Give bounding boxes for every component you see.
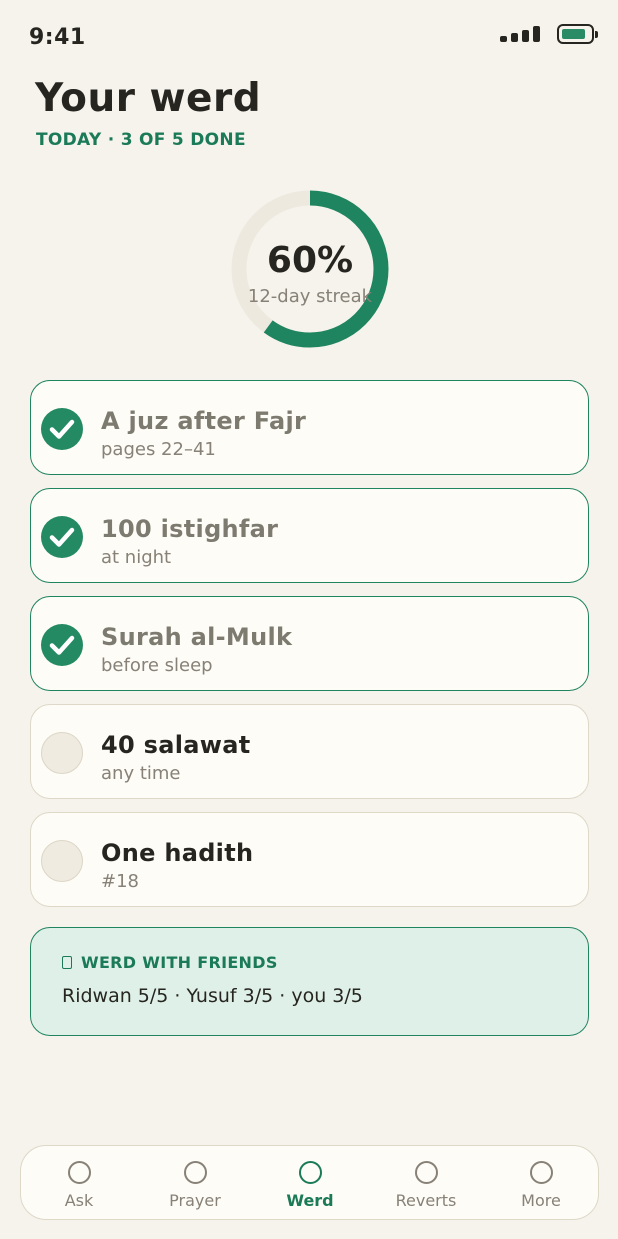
tab-label: Reverts: [395, 1191, 457, 1210]
group-icon: [62, 956, 72, 969]
task-item[interactable]: One hadith #18: [30, 812, 589, 907]
page-title: Your werd: [35, 76, 262, 121]
tab-werd[interactable]: Werd: [252, 1146, 368, 1221]
task-checkbox[interactable]: [41, 840, 83, 882]
task-title: 100 istighfar: [101, 515, 279, 543]
streak-label: 12-day streak: [247, 286, 373, 307]
tab-prayer[interactable]: Prayer: [137, 1146, 253, 1221]
task-subtitle: any time: [101, 763, 181, 784]
task-title: 40 salawat: [101, 731, 251, 759]
task-checkbox[interactable]: [41, 408, 83, 450]
progress-percent: 60%: [266, 240, 354, 281]
tab-reverts[interactable]: Reverts: [368, 1146, 484, 1221]
tab-more[interactable]: More: [483, 1146, 599, 1221]
task-subtitle: #18: [101, 871, 139, 892]
task-subtitle: pages 22–41: [101, 439, 216, 460]
friends-card[interactable]: WERD WITH FRIENDS Ridwan 5/5 · Yusuf 3/5…: [30, 927, 589, 1036]
tab-label: Werd: [286, 1191, 334, 1210]
checkmark-icon: [49, 419, 75, 439]
task-item[interactable]: 40 salawat any time: [30, 704, 589, 799]
tab-ask[interactable]: Ask: [21, 1146, 137, 1221]
task-checkbox[interactable]: [41, 624, 83, 666]
friends-heading-row: WERD WITH FRIENDS: [62, 953, 278, 972]
werd-icon: [299, 1161, 322, 1184]
task-item[interactable]: A juz after Fajr pages 22–41: [30, 380, 589, 475]
task-subtitle: before sleep: [101, 655, 213, 676]
status-time: 9:41: [29, 25, 86, 50]
task-title: Surah al-Mulk: [101, 623, 293, 651]
signal-icon: [500, 24, 544, 42]
progress-subtitle: TODAY · 3 OF 5 DONE: [36, 130, 246, 150]
prayer-icon: [184, 1161, 207, 1184]
task-title: A juz after Fajr: [101, 407, 307, 435]
tab-label: Ask: [64, 1191, 94, 1210]
task-item[interactable]: Surah al-Mulk before sleep: [30, 596, 589, 691]
task-subtitle: at night: [101, 547, 172, 568]
battery-icon: [557, 24, 598, 44]
task-title: One hadith: [101, 839, 254, 867]
task-checkbox[interactable]: [41, 732, 83, 774]
tab-label: Prayer: [169, 1191, 221, 1210]
friends-progress: Ridwan 5/5 · Yusuf 3/5 · you 3/5: [62, 985, 363, 1007]
task-checkbox[interactable]: [41, 516, 83, 558]
task-item[interactable]: 100 istighfar at night: [30, 488, 589, 583]
status-bar: 9:41: [0, 0, 618, 70]
checkmark-icon: [49, 527, 75, 547]
ask-icon: [68, 1161, 91, 1184]
friends-heading: WERD WITH FRIENDS: [81, 953, 278, 972]
bottom-tab-bar: Ask Prayer Werd Reverts More: [20, 1145, 599, 1220]
tab-label: More: [521, 1191, 561, 1210]
more-icon: [530, 1161, 553, 1184]
checkmark-icon: [49, 635, 75, 655]
reverts-icon: [415, 1161, 438, 1184]
